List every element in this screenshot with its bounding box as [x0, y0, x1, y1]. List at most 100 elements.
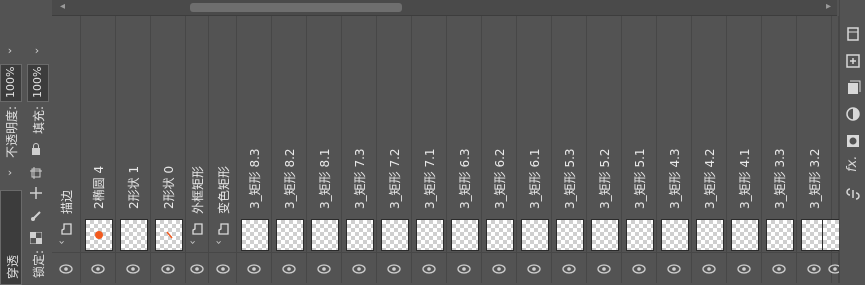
visibility-eye-icon[interactable]: [189, 259, 205, 274]
layer-row[interactable]: › 外框矩形: [186, 16, 209, 283]
layer-thumbnail[interactable]: [155, 219, 183, 251]
visibility-eye-icon[interactable]: [316, 259, 332, 274]
visibility-eye-icon[interactable]: [666, 259, 682, 274]
visibility-eye-icon[interactable]: [806, 259, 822, 274]
layer-thumbnail[interactable]: [661, 219, 689, 251]
blend-mode-select[interactable]: 穿透: [0, 190, 22, 285]
layer-row[interactable]: 2椭圆 4: [81, 16, 116, 283]
layer-row[interactable]: 3_矩形 3.3: [762, 16, 797, 283]
layer-row[interactable]: › 变色矩形: [209, 16, 237, 283]
filter-icon[interactable]: [845, 26, 861, 42]
layer-thumbnail[interactable]: [766, 219, 794, 251]
layer-thumbnail[interactable]: [521, 219, 549, 251]
visibility-eye-icon[interactable]: [386, 259, 402, 274]
layer-name: 3_矩形 4.2: [703, 148, 717, 209]
lock-all-icon[interactable]: [30, 140, 42, 155]
layer-name: 3_矩形 6.2: [493, 148, 507, 209]
layer-thumbnail[interactable]: [120, 219, 148, 251]
layer-thumbnail[interactable]: [416, 219, 444, 251]
layer-name: 3_矩形 7.1: [423, 148, 437, 209]
fill-label: 填充:: [32, 105, 46, 134]
layer-row[interactable]: 3_矩形 6.3: [447, 16, 482, 283]
layer-row[interactable]: 3_矩形 7.1: [412, 16, 447, 283]
visibility-eye-icon[interactable]: [596, 259, 612, 274]
visibility-eye-icon[interactable]: [736, 259, 752, 274]
layer-name: 3_矩形 8.3: [248, 148, 262, 209]
lock-transparent-pixels-icon[interactable]: [29, 229, 43, 245]
layer-row[interactable]: 3_矩形 8.1: [307, 16, 342, 283]
folder-icon: [60, 220, 72, 235]
layer-thumbnail[interactable]: [556, 219, 584, 251]
visibility-eye-icon[interactable]: [526, 259, 542, 274]
visibility-eye-icon[interactable]: [58, 259, 74, 274]
visibility-eye-icon[interactable]: [160, 259, 176, 274]
layer-thumbnail[interactable]: [626, 219, 654, 251]
visibility-eye-icon[interactable]: [631, 259, 647, 274]
visibility-eye-icon[interactable]: [456, 259, 472, 274]
visibility-eye-icon[interactable]: [351, 259, 367, 274]
mask-icon[interactable]: [845, 133, 861, 149]
opacity-chevron-icon[interactable]: ›: [3, 44, 17, 57]
fill-chevron-icon[interactable]: ›: [30, 44, 44, 57]
layer-name: 3_矩形 3.2: [808, 148, 822, 209]
visibility-eye-icon[interactable]: [281, 259, 297, 274]
folder-icon: [217, 220, 229, 235]
layer-name: 描边: [60, 189, 74, 214]
layer-row[interactable]: 3_矩形 6.2: [482, 16, 517, 283]
layer-thumbnail[interactable]: [276, 219, 304, 251]
layer-thumbnail[interactable]: [486, 219, 514, 251]
opacity-input[interactable]: 100%: [0, 64, 22, 102]
layer-thumbnail[interactable]: [381, 219, 409, 251]
layers-list: › 描边 2椭圆 4 2形状 1 2形状 0 › 外框矩形 › 变色矩形 3_矩形 8.3 3_矩形…: [52, 0, 850, 283]
visibility-eye-icon[interactable]: [90, 259, 106, 274]
visibility-eye-icon[interactable]: [421, 259, 437, 274]
layer-thumbnail[interactable]: [311, 219, 339, 251]
fill-value: 100%: [31, 66, 44, 98]
layer-row[interactable]: 3_矩形 4.2: [692, 16, 727, 283]
layer-thumbnail[interactable]: [241, 219, 269, 251]
blend-mode-chevron-icon[interactable]: ›: [3, 166, 17, 179]
layer-thumbnail[interactable]: [731, 219, 759, 251]
visibility-eye-icon[interactable]: [701, 259, 717, 274]
layer-row[interactable]: 3_矩形 7.2: [377, 16, 412, 283]
group-expand-chevron-icon[interactable]: ›: [187, 240, 200, 244]
folder-icon: [191, 220, 203, 235]
layer-row[interactable]: 3_矩形 5.1: [622, 16, 657, 283]
layer-row[interactable]: [822, 16, 850, 283]
visibility-eye-icon[interactable]: [561, 259, 577, 274]
layer-row[interactable]: 3_矩形 8.2: [272, 16, 307, 283]
visibility-eye-icon[interactable]: [215, 259, 231, 274]
layer-thumbnail[interactable]: [591, 219, 619, 251]
layer-icon[interactable]: [845, 80, 861, 96]
layer-row[interactable]: 3_矩形 6.1: [517, 16, 552, 283]
fill-input[interactable]: 100%: [27, 64, 49, 102]
visibility-eye-icon[interactable]: [771, 259, 787, 274]
layer-row[interactable]: 3_矩形 5.2: [587, 16, 622, 283]
layer-row[interactable]: 2形状 1: [116, 16, 151, 283]
layer-row[interactable]: › 描边: [52, 16, 81, 283]
layer-thumbnail[interactable]: [451, 219, 479, 251]
layer-row[interactable]: 3_矩形 7.3: [342, 16, 377, 283]
lock-position-icon[interactable]: [30, 184, 42, 199]
layer-name: 2形状 0: [162, 165, 176, 209]
adjustment-icon[interactable]: [845, 106, 861, 122]
link-icon[interactable]: [845, 186, 861, 202]
group-expand-chevron-icon[interactable]: ›: [213, 240, 226, 244]
layer-thumbnail[interactable]: [346, 219, 374, 251]
group-expand-chevron-icon[interactable]: ›: [56, 240, 69, 244]
fx-icon[interactable]: fx.: [845, 156, 861, 178]
layer-row[interactable]: 2形状 0: [151, 16, 186, 283]
lock-artboard-icon[interactable]: [30, 164, 42, 179]
layers-toolbar: fx.: [839, 0, 865, 283]
visibility-eye-icon[interactable]: [246, 259, 262, 274]
layer-row[interactable]: 3_矩形 4.3: [657, 16, 692, 283]
lock-image-pixels-icon[interactable]: [30, 207, 42, 221]
layer-row[interactable]: 3_矩形 8.3: [237, 16, 272, 283]
visibility-eye-icon[interactable]: [125, 259, 141, 274]
layer-row[interactable]: 3_矩形 4.1: [727, 16, 762, 283]
layer-thumbnail[interactable]: [85, 219, 113, 251]
layer-thumbnail[interactable]: [696, 219, 724, 251]
layer-row[interactable]: 3_矩形 5.3: [552, 16, 587, 283]
visibility-eye-icon[interactable]: [491, 259, 507, 274]
new-layer-icon[interactable]: [845, 53, 861, 69]
